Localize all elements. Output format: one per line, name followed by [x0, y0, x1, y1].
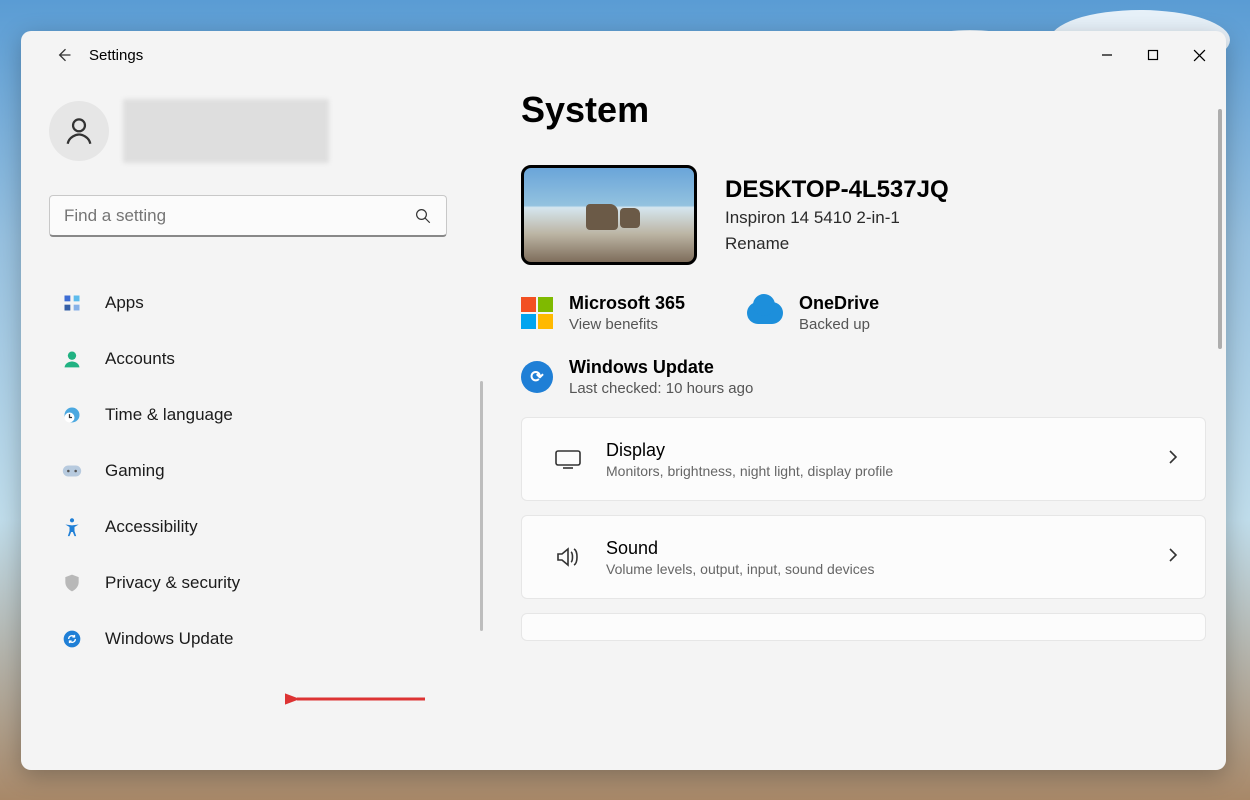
card-desc: Monitors, brightness, night light, displ…: [606, 463, 1167, 479]
nav-accessibility[interactable]: Accessibility: [49, 503, 471, 551]
maximize-icon: [1147, 49, 1159, 61]
search-icon: [414, 207, 432, 225]
nav-privacy-security[interactable]: Privacy & security: [49, 559, 471, 607]
status-desc: Backed up: [799, 316, 879, 333]
nav-label: Apps: [105, 293, 144, 313]
windows-update-icon: [61, 628, 83, 650]
window-controls: [1084, 39, 1222, 71]
nav-label: Time & language: [105, 405, 233, 425]
sound-icon: [548, 546, 588, 568]
close-button[interactable]: [1176, 39, 1222, 71]
time-language-icon: [61, 404, 83, 426]
device-name: DESKTOP-4L537JQ: [725, 176, 949, 204]
device-wallpaper-thumbnail[interactable]: [521, 165, 697, 265]
nav-accounts[interactable]: Accounts: [49, 335, 471, 383]
nav-windows-update[interactable]: Windows Update: [49, 615, 471, 663]
nav-list: Apps Accounts Time & language Gaming Acc…: [49, 279, 471, 663]
person-icon: [62, 114, 96, 148]
microsoft-365-status[interactable]: Microsoft 365 View benefits: [521, 293, 685, 333]
status-title: Microsoft 365: [569, 293, 685, 314]
content-area: System DESKTOP-4L537JQ Inspiron 14 5410 …: [481, 79, 1226, 770]
status-desc: View benefits: [569, 316, 685, 333]
update-icon: ⟳: [521, 361, 553, 393]
nav-label: Windows Update: [105, 629, 234, 649]
nav-time-language[interactable]: Time & language: [49, 391, 471, 439]
search-box[interactable]: [49, 195, 447, 237]
avatar: [49, 101, 109, 161]
card-partial[interactable]: [521, 613, 1206, 641]
back-button[interactable]: [43, 35, 83, 75]
windows-update-status[interactable]: ⟳ Windows Update Last checked: 10 hours …: [521, 357, 1206, 397]
microsoft-logo-icon: [521, 297, 553, 329]
chevron-right-icon: [1167, 449, 1179, 470]
window-body: Apps Accounts Time & language Gaming Acc…: [21, 79, 1226, 770]
status-row: Microsoft 365 View benefits OneDrive Bac…: [521, 293, 1206, 333]
display-icon: [548, 448, 588, 470]
chevron-right-icon: [1167, 547, 1179, 568]
device-model: Inspiron 14 5410 2-in-1: [725, 208, 949, 228]
nav-label: Gaming: [105, 461, 165, 481]
app-title: Settings: [89, 47, 143, 64]
gaming-icon: [61, 460, 83, 482]
rename-link[interactable]: Rename: [725, 234, 949, 254]
settings-window: Settings Apps: [21, 31, 1226, 770]
sound-card[interactable]: Sound Volume levels, output, input, soun…: [521, 515, 1206, 599]
page-title: System: [521, 89, 1206, 131]
nav-label: Accounts: [105, 349, 175, 369]
titlebar: Settings: [21, 31, 1226, 79]
back-arrow-icon: [53, 45, 73, 65]
minimize-button[interactable]: [1084, 39, 1130, 71]
apps-icon: [61, 292, 83, 314]
nav-gaming[interactable]: Gaming: [49, 447, 471, 495]
close-icon: [1193, 49, 1206, 62]
shield-icon: [61, 572, 83, 594]
accounts-icon: [61, 348, 83, 370]
device-info: DESKTOP-4L537JQ Inspiron 14 5410 2-in-1 …: [725, 176, 949, 254]
device-section: DESKTOP-4L537JQ Inspiron 14 5410 2-in-1 …: [521, 165, 1206, 265]
display-card[interactable]: Display Monitors, brightness, night ligh…: [521, 417, 1206, 501]
nav-label: Accessibility: [105, 517, 198, 537]
maximize-button[interactable]: [1130, 39, 1176, 71]
nav-apps[interactable]: Apps: [49, 279, 471, 327]
user-name-redacted: [123, 99, 329, 163]
search-input[interactable]: [64, 206, 414, 226]
sidebar: Apps Accounts Time & language Gaming Acc…: [21, 79, 481, 770]
onedrive-icon: [747, 302, 783, 324]
status-desc: Last checked: 10 hours ago: [569, 380, 753, 397]
settings-cards: Display Monitors, brightness, night ligh…: [521, 417, 1206, 641]
onedrive-status[interactable]: OneDrive Backed up: [747, 293, 879, 333]
nav-label: Privacy & security: [105, 573, 240, 593]
status-title: Windows Update: [569, 357, 753, 378]
user-section[interactable]: [49, 99, 471, 163]
status-title: OneDrive: [799, 293, 879, 314]
card-title: Display: [606, 440, 1167, 461]
accessibility-icon: [61, 516, 83, 538]
content-scrollbar[interactable]: [1218, 109, 1222, 349]
card-desc: Volume levels, output, input, sound devi…: [606, 561, 1167, 577]
minimize-icon: [1101, 49, 1113, 61]
card-title: Sound: [606, 538, 1167, 559]
